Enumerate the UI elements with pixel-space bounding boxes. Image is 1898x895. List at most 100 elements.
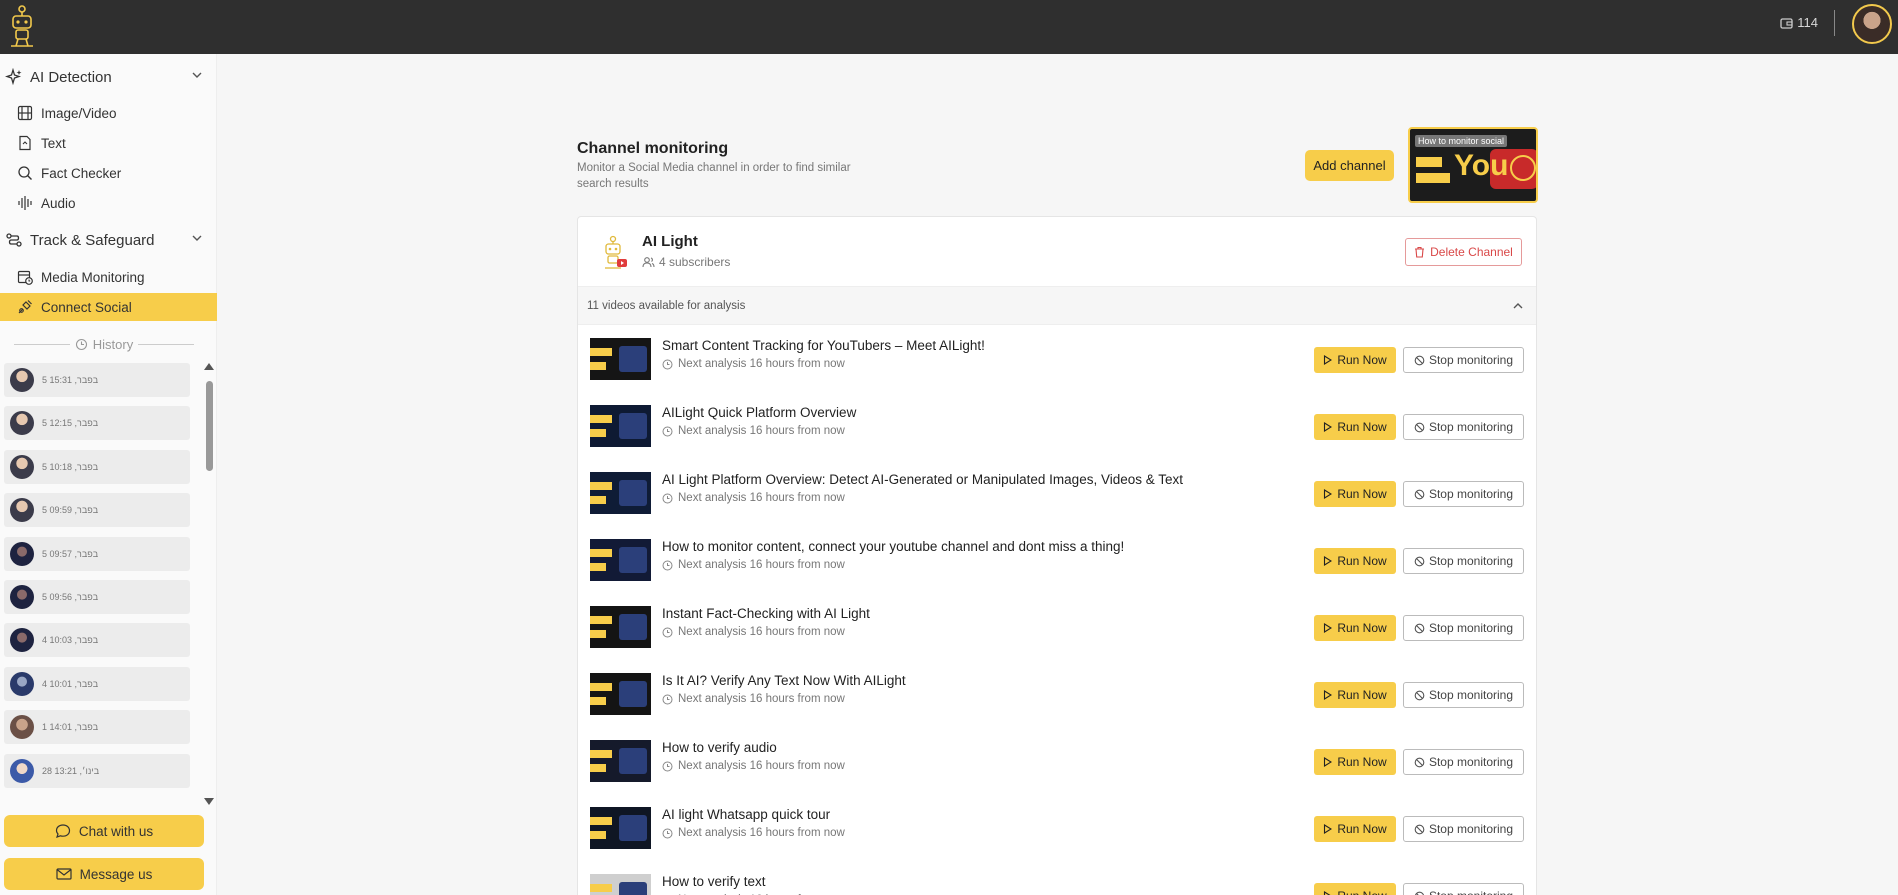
- stop-monitoring-button[interactable]: Stop monitoring: [1403, 347, 1524, 373]
- video-thumbnail[interactable]: [590, 807, 651, 849]
- credits-counter[interactable]: 114: [1780, 15, 1818, 30]
- thumbnail-graphic: [590, 831, 606, 839]
- video-thumbnail[interactable]: [590, 740, 651, 782]
- sidebar-item-audio[interactable]: Audio: [0, 189, 217, 217]
- scroll-down-arrow-icon[interactable]: [204, 798, 214, 805]
- video-title[interactable]: How to verify text: [662, 874, 766, 889]
- history-item[interactable]: 5 15:31 ,בפבר: [4, 363, 190, 397]
- message-us-button[interactable]: Message us: [4, 858, 204, 890]
- video-thumbnail[interactable]: [590, 405, 651, 447]
- history-item[interactable]: 1 14:01 ,בפבר: [4, 710, 190, 745]
- video-title[interactable]: AI Light Platform Overview: Detect AI-Ge…: [662, 472, 1183, 487]
- thumbnail-graphic: [619, 815, 647, 841]
- video-title[interactable]: How to verify audio: [662, 740, 777, 755]
- run-now-label: Run Now: [1337, 554, 1387, 568]
- history-item[interactable]: 5 09:59 ,בפבר: [4, 493, 190, 528]
- stop-monitoring-button[interactable]: Stop monitoring: [1403, 816, 1524, 842]
- sidebar-item-image-video[interactable]: Image/Video: [0, 99, 217, 127]
- sidebar-item-label: Audio: [41, 195, 76, 211]
- video-title[interactable]: Smart Content Tracking for YouTubers – M…: [662, 338, 985, 353]
- user-avatar[interactable]: [1852, 4, 1892, 44]
- stop-monitoring-label: Stop monitoring: [1428, 420, 1514, 434]
- history-item[interactable]: 4 10:01 ,בפבר: [4, 666, 190, 701]
- wallet-icon: [1780, 17, 1793, 29]
- clock-icon: [662, 627, 673, 637]
- video-title[interactable]: How to monitor content, connect your you…: [662, 539, 1124, 554]
- stop-monitoring-button[interactable]: Stop monitoring: [1403, 749, 1524, 775]
- video-thumbnail[interactable]: [590, 472, 651, 514]
- chevron-down-icon[interactable]: [191, 69, 203, 81]
- sidebar-item-text[interactable]: Text: [0, 129, 217, 157]
- history-avatar: [10, 628, 34, 653]
- section-track-safeguard[interactable]: Track & Safeguard: [0, 225, 217, 255]
- channel-card: AI Light 4 subscribers Delete Channel 11…: [577, 216, 1537, 895]
- play-icon: [1324, 355, 1333, 365]
- run-now-button[interactable]: Run Now: [1314, 414, 1396, 440]
- history-scrollbar[interactable]: [204, 363, 214, 805]
- video-row: How to monitor content, connect your you…: [578, 527, 1536, 594]
- add-channel-button[interactable]: Add channel: [1305, 150, 1394, 181]
- ban-icon: [1414, 757, 1425, 767]
- video-title[interactable]: AI light Whatsapp quick tour: [662, 807, 830, 822]
- stop-monitoring-button[interactable]: Stop monitoring: [1403, 883, 1524, 895]
- thumbnail-graphic: [590, 549, 612, 557]
- run-now-button[interactable]: Run Now: [1314, 347, 1396, 373]
- video-thumbnail[interactable]: [590, 606, 651, 648]
- section-ai-detection[interactable]: AI Detection: [0, 62, 217, 92]
- sidebar-item-media-monitoring[interactable]: Media Monitoring: [0, 263, 217, 291]
- run-now-button[interactable]: Run Now: [1314, 548, 1396, 574]
- next-analysis: Next analysis 16 hours from now: [662, 559, 845, 571]
- videos-available-bar[interactable]: 11 videos available for analysis: [578, 286, 1536, 325]
- calendar-clock-icon: [16, 268, 34, 286]
- stop-monitoring-button[interactable]: Stop monitoring: [1403, 682, 1524, 708]
- play-icon: [1324, 757, 1333, 767]
- video-thumbnail[interactable]: [590, 673, 651, 715]
- thumbnail-graphic: [590, 817, 612, 825]
- run-now-button[interactable]: Run Now: [1314, 481, 1396, 507]
- scroll-thumb[interactable]: [206, 381, 213, 471]
- stop-monitoring-button[interactable]: Stop monitoring: [1403, 615, 1524, 641]
- chat-with-us-button[interactable]: Chat with us: [4, 815, 204, 847]
- run-now-button[interactable]: Run Now: [1314, 749, 1396, 775]
- logo-robot-icon[interactable]: [6, 3, 38, 49]
- thumbnail-graphic: [590, 348, 612, 356]
- delete-channel-button[interactable]: Delete Channel: [1405, 238, 1522, 266]
- sidebar-item-connect-social[interactable]: Connect Social: [0, 293, 217, 321]
- sidebar-item-fact-checker[interactable]: Fact Checker: [0, 159, 217, 187]
- history-list: 5 15:31 ,בפבר 5 12:15 ,בפבר 5 10:18 ,בפב…: [4, 363, 190, 803]
- history-item[interactable]: 5 12:15 ,בפבר: [4, 406, 190, 441]
- stop-monitoring-button[interactable]: Stop monitoring: [1403, 481, 1524, 507]
- run-now-button[interactable]: Run Now: [1314, 615, 1396, 641]
- video-title[interactable]: AILight Quick Platform Overview: [662, 405, 856, 420]
- history-item[interactable]: 5 09:57 ,בפבר: [4, 536, 190, 571]
- video-row: How to verify audio Next analysis 16 hour…: [578, 728, 1536, 795]
- thumbnail-graphic: [619, 681, 647, 707]
- thumbnail-graphic: [590, 482, 612, 490]
- video-title[interactable]: Is It AI? Verify Any Text Now With AILig…: [662, 673, 906, 688]
- history-item[interactable]: 4 10:03 ,בפבר: [4, 623, 190, 658]
- tutorial-video-thumbnail[interactable]: How to monitor social You: [1408, 127, 1538, 203]
- thumbnail-graphic: [590, 884, 612, 892]
- chevron-up-icon[interactable]: [1512, 301, 1524, 311]
- video-thumbnail[interactable]: [590, 338, 651, 380]
- video-thumbnail[interactable]: [590, 539, 651, 581]
- run-now-label: Run Now: [1337, 688, 1387, 702]
- scroll-up-arrow-icon[interactable]: [204, 363, 214, 370]
- clock-icon: [662, 828, 673, 838]
- chevron-down-icon[interactable]: [191, 232, 203, 244]
- run-now-button[interactable]: Run Now: [1314, 816, 1396, 842]
- run-now-button[interactable]: Run Now: [1314, 883, 1396, 895]
- next-analysis: Next analysis 16 hours from now: [662, 425, 845, 437]
- thumbnail-graphic: [590, 563, 606, 571]
- film-icon: [16, 104, 34, 122]
- sidebar-item-label: Connect Social: [41, 299, 132, 315]
- run-now-button[interactable]: Run Now: [1314, 682, 1396, 708]
- video-title[interactable]: Instant Fact-Checking with AI Light: [662, 606, 870, 621]
- history-item[interactable]: 5 09:56 ,בפבר: [4, 579, 190, 614]
- video-thumbnail[interactable]: [590, 874, 651, 895]
- stop-monitoring-button[interactable]: Stop monitoring: [1403, 414, 1524, 440]
- history-item[interactable]: 28 13:21 ,בינו׳: [4, 753, 190, 788]
- stop-monitoring-button[interactable]: Stop monitoring: [1403, 548, 1524, 574]
- history-item[interactable]: 5 10:18 ,בפבר: [4, 449, 190, 484]
- play-icon[interactable]: [1510, 155, 1536, 181]
